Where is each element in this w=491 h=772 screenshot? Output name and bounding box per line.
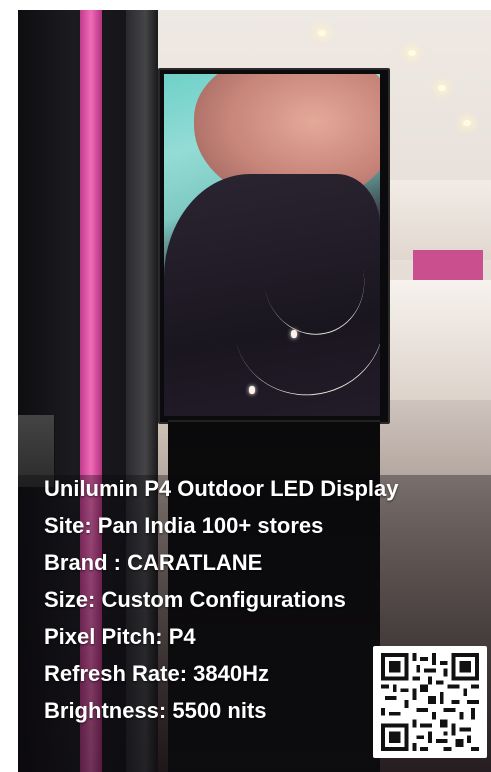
spec-brand: Brand : CARATLANE	[44, 550, 263, 575]
store-shelf	[378, 180, 491, 260]
spec-site: Site: Pan India 100+ stores	[44, 513, 324, 538]
spec-list: Unilumin P4 Outdoor LED Display Site: Pa…	[44, 470, 398, 729]
spec-size: Size: Custom Configurations	[44, 587, 346, 612]
ceiling-light	[318, 30, 326, 36]
led-display-screen	[164, 74, 380, 416]
ceiling-light	[463, 120, 471, 126]
necklace-pendant	[249, 386, 255, 394]
spec-refresh-rate: Refresh Rate: 3840Hz	[44, 661, 269, 686]
ceiling-light	[438, 85, 446, 91]
spec-brightness: Brightness: 5500 nits	[44, 698, 267, 723]
store-counter	[378, 280, 491, 400]
qr-code[interactable]	[373, 646, 487, 758]
spec-product: Unilumin P4 Outdoor LED Display	[44, 476, 399, 501]
ceiling-light	[408, 50, 416, 56]
spec-pixel-pitch: Pixel Pitch: P4	[44, 624, 196, 649]
qr-code-icon	[381, 653, 479, 751]
necklace-pendant	[291, 330, 297, 338]
